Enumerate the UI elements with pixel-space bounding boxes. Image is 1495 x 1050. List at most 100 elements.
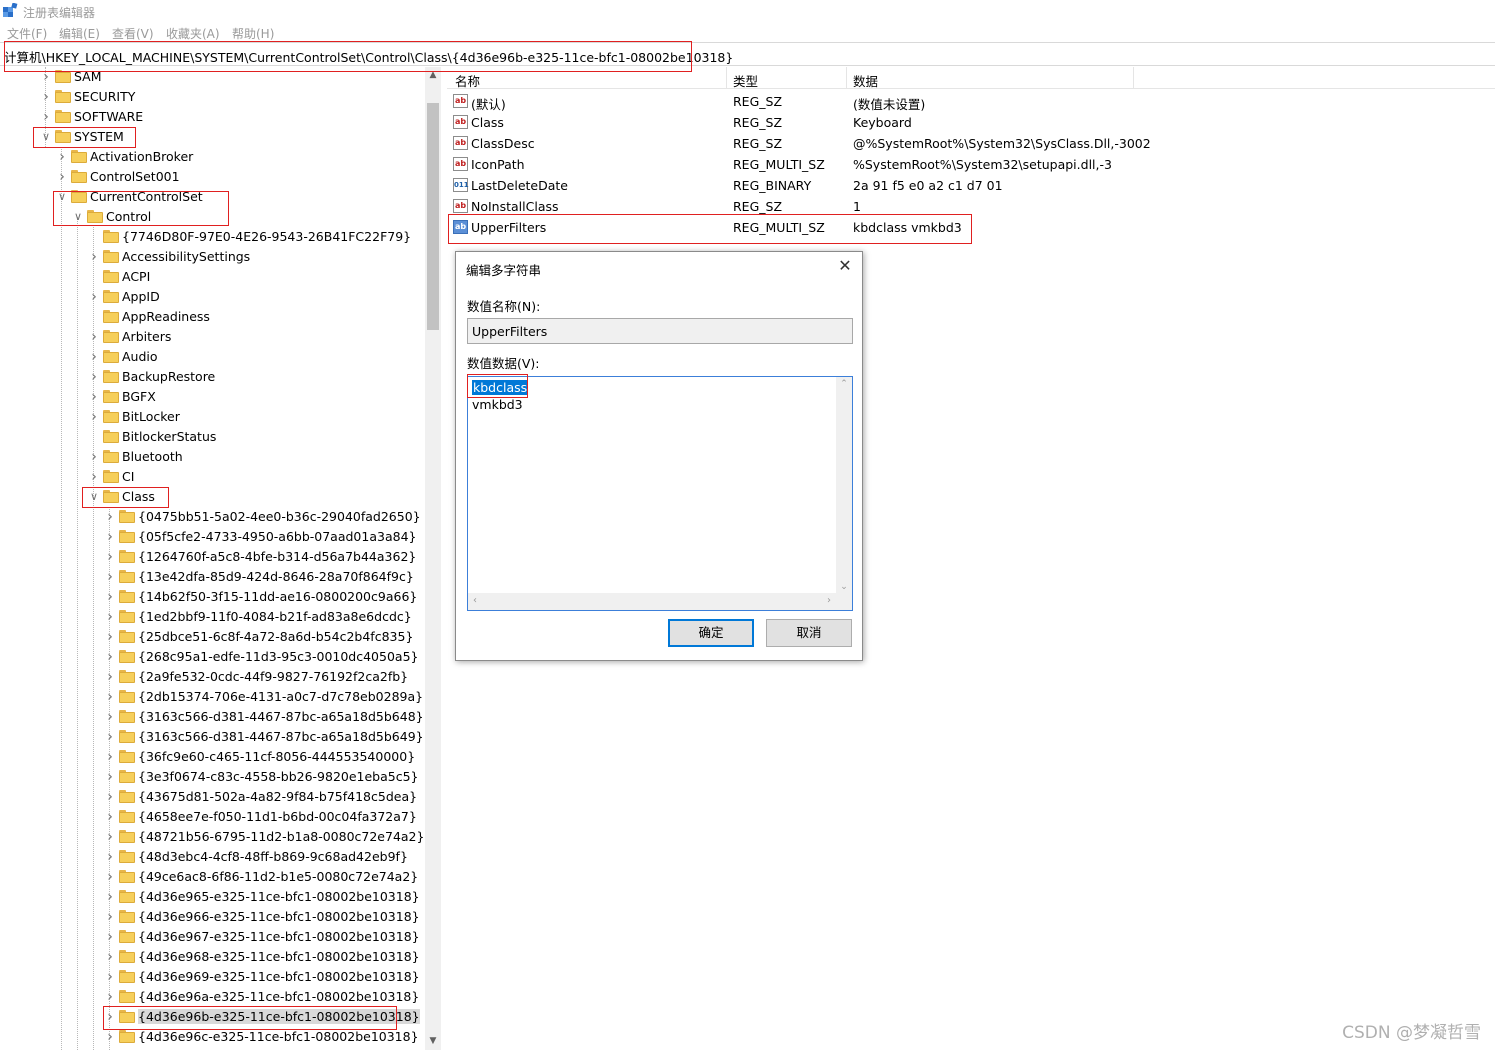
scroll-up-arrow-icon[interactable]: ▲ (425, 67, 441, 84)
chevron-right-icon[interactable]: › (40, 90, 52, 104)
menu-file[interactable]: 文件(F) (7, 25, 47, 42)
tree-item[interactable]: › SAM (0, 67, 425, 87)
chevron-right-icon[interactable]: › (104, 570, 116, 584)
tree-item[interactable]: › BitLocker (0, 407, 425, 427)
tree-item[interactable]: › SECURITY (0, 87, 425, 107)
chevron-right-icon[interactable]: › (104, 690, 116, 704)
value-row[interactable]: ab (默认) REG_SZ (数值未设置) (447, 91, 1495, 112)
chevron-right-icon[interactable]: › (104, 790, 116, 804)
tree-item[interactable]: AppReadiness (0, 307, 425, 327)
menu-favorites[interactable]: 收藏夹(A) (166, 25, 220, 42)
tree-item[interactable]: › {3163c566-d381-4467-87bc-a65a18d5b649} (0, 727, 425, 747)
address-path[interactable]: 计算机\HKEY_LOCAL_MACHINE\SYSTEM\CurrentCon… (4, 47, 733, 66)
tree-item[interactable]: › CI (0, 467, 425, 487)
chevron-right-icon[interactable]: › (88, 450, 100, 464)
chevron-right-icon[interactable]: › (104, 810, 116, 824)
value-row[interactable]: ab ClassDesc REG_SZ @%SystemRoot%\System32\… (447, 133, 1495, 154)
value-data-line-selected[interactable]: kbdclass (472, 380, 529, 395)
chevron-right-icon[interactable]: › (104, 670, 116, 684)
chevron-right-icon[interactable]: › (88, 410, 100, 424)
textarea-horizontal-scrollbar[interactable]: ‹ › (468, 593, 836, 610)
chevron-right-icon[interactable]: › (104, 510, 116, 524)
chevron-right-icon[interactable]: › (104, 910, 116, 924)
tree-item[interactable]: › {43675d81-502a-4a82-9f84-b75f418c5dea} (0, 787, 425, 807)
tree-item[interactable]: › {14b62f50-3f15-11dd-ae16-0800200c9a66} (0, 587, 425, 607)
tree-item[interactable]: › Audio (0, 347, 425, 367)
value-row[interactable]: ab IconPath REG_MULTI_SZ %SystemRoot%\Syste… (447, 154, 1495, 175)
chevron-right-icon[interactable]: › (104, 850, 116, 864)
menu-edit[interactable]: 编辑(E) (59, 25, 100, 42)
tree-item[interactable]: › {4d36e96a-e325-11ce-bfc1-08002be10318} (0, 987, 425, 1007)
column-separator[interactable] (846, 67, 847, 89)
tree-item[interactable]: › AppID (0, 287, 425, 307)
chevron-right-icon[interactable]: › (104, 630, 116, 644)
chevron-right-icon[interactable]: › (104, 750, 116, 764)
tree-item[interactable]: ∨ Class (0, 487, 425, 507)
tree-item[interactable]: › {36fc9e60-c465-11cf-8056-444553540000} (0, 747, 425, 767)
tree-item[interactable]: › Arbiters (0, 327, 425, 347)
tree-item[interactable]: › {4658ee7e-f050-11d1-b6bd-00c04fa372a7} (0, 807, 425, 827)
chevron-right-icon[interactable]: › (88, 330, 100, 344)
value-row[interactable]: ab UpperFilters REG_MULTI_SZ kbdclass vmkbd… (447, 217, 1495, 238)
value-data-textarea[interactable]: kbdclass vmkbd3 ⌃ ⌄ ‹ › (467, 376, 853, 611)
value-row[interactable]: 011 LastDeleteDate REG_BINARY 2a 91 f5 e0 a… (447, 175, 1495, 196)
chevron-right-icon[interactable]: › (104, 650, 116, 664)
chevron-right-icon[interactable]: › (104, 770, 116, 784)
chevron-down-icon[interactable]: ⌄ (836, 582, 852, 592)
address-bar[interactable]: 计算机\HKEY_LOCAL_MACHINE\SYSTEM\CurrentCon… (0, 42, 1495, 66)
tree-item[interactable]: › {4d36e966-e325-11ce-bfc1-08002be10318} (0, 907, 425, 927)
tree-item[interactable]: › {0475bb51-5a02-4ee0-b36c-29040fad2650} (0, 507, 425, 527)
tree-item[interactable]: › {05f5cfe2-4733-4950-a6bb-07aad01a3a84} (0, 527, 425, 547)
column-header-type[interactable]: 类型 (733, 71, 758, 90)
column-separator[interactable] (1133, 67, 1134, 89)
tree-item[interactable]: › {268c95a1-edfe-11d3-95c3-0010dc4050a5} (0, 647, 425, 667)
chevron-right-icon[interactable]: › (40, 110, 52, 124)
chevron-right-icon[interactable]: › (104, 710, 116, 724)
textarea-vertical-scrollbar[interactable]: ⌃ ⌄ (836, 377, 852, 594)
chevron-right-icon[interactable]: › (827, 595, 831, 606)
chevron-right-icon[interactable]: › (88, 370, 100, 384)
tree-item[interactable]: › ActivationBroker (0, 147, 425, 167)
scroll-down-arrow-icon[interactable]: ▼ (425, 1033, 441, 1050)
chevron-down-icon[interactable]: ∨ (40, 130, 52, 144)
chevron-right-icon[interactable]: › (104, 1030, 116, 1044)
chevron-right-icon[interactable]: › (104, 730, 116, 744)
tree-item[interactable]: › {13e42dfa-85d9-424d-8646-28a70f864f9c} (0, 567, 425, 587)
ok-button[interactable]: 确定 (668, 619, 754, 647)
tree-item[interactable]: › {4d36e96c-e325-11ce-bfc1-08002be10318} (0, 1027, 425, 1047)
chevron-right-icon[interactable]: › (104, 1010, 116, 1024)
tree-item[interactable]: › {4d36e96b-e325-11ce-bfc1-08002be10318} (0, 1007, 425, 1027)
chevron-right-icon[interactable]: › (104, 590, 116, 604)
chevron-right-icon[interactable]: › (56, 170, 68, 184)
chevron-right-icon[interactable]: › (104, 610, 116, 624)
chevron-right-icon[interactable]: › (104, 830, 116, 844)
tree-item[interactable]: ACPI (0, 267, 425, 287)
tree-vertical-scrollbar[interactable]: ▲ ▼ (425, 67, 441, 1050)
tree-item[interactable]: BitlockerStatus (0, 427, 425, 447)
tree-item[interactable]: › Bluetooth (0, 447, 425, 467)
menu-help[interactable]: 帮助(H) (232, 25, 274, 42)
tree-item[interactable]: › {4d36e969-e325-11ce-bfc1-08002be10318} (0, 967, 425, 987)
tree-item[interactable]: › ControlSet001 (0, 167, 425, 187)
chevron-right-icon[interactable]: › (104, 970, 116, 984)
tree-item[interactable]: › {4d36e967-e325-11ce-bfc1-08002be10318} (0, 927, 425, 947)
scroll-thumb[interactable] (427, 103, 439, 330)
tree-item[interactable]: ∨ Control (0, 207, 425, 227)
chevron-down-icon[interactable]: ∨ (56, 190, 68, 204)
chevron-right-icon[interactable]: › (88, 470, 100, 484)
tree-item[interactable]: › {4d36e968-e325-11ce-bfc1-08002be10318} (0, 947, 425, 967)
tree-item[interactable]: ∨ CurrentControlSet (0, 187, 425, 207)
chevron-right-icon[interactable]: › (40, 70, 52, 84)
tree-item[interactable]: › {1264760f-a5c8-4bfe-b314-d56a7b44a362} (0, 547, 425, 567)
tree-item[interactable]: › AccessibilitySettings (0, 247, 425, 267)
menu-view[interactable]: 查看(V) (112, 25, 154, 42)
tree-item[interactable]: › BGFX (0, 387, 425, 407)
chevron-right-icon[interactable]: › (104, 550, 116, 564)
column-header-name[interactable]: 名称 (455, 71, 480, 90)
tree-item[interactable]: › {1ed2bbf9-11f0-4084-b21f-ad83a8e6dcdc} (0, 607, 425, 627)
tree-item[interactable]: › BackupRestore (0, 367, 425, 387)
chevron-right-icon[interactable]: › (104, 890, 116, 904)
tree-item[interactable]: › {48721b56-6795-11d2-b1a8-0080c72e74a2} (0, 827, 425, 847)
chevron-left-icon[interactable]: ‹ (473, 595, 477, 606)
chevron-right-icon[interactable]: › (56, 150, 68, 164)
